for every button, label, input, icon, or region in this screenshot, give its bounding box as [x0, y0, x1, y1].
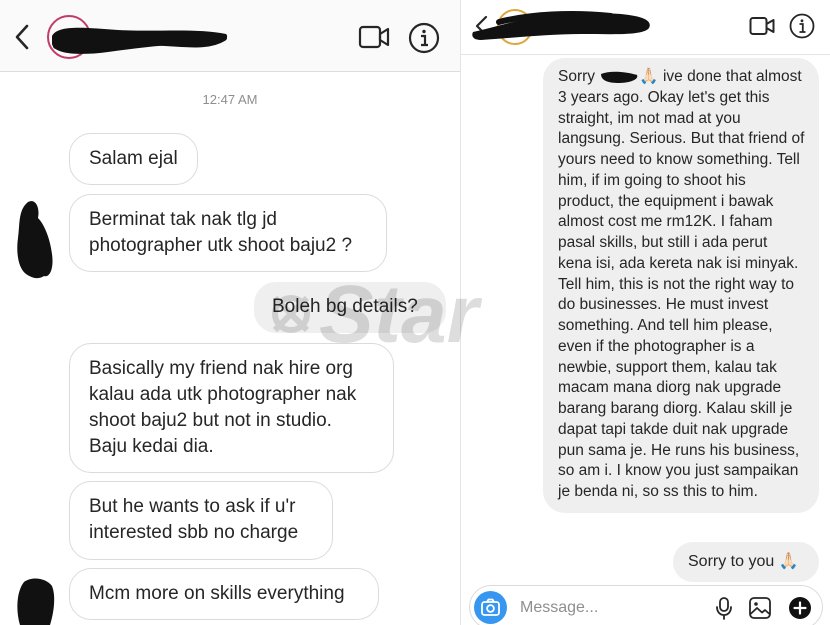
message-input[interactable] [520, 598, 700, 618]
outgoing-message[interactable]: Sorry to you 🙏🏻 [673, 542, 819, 582]
camera-button[interactable] [474, 591, 507, 624]
message-body: ive done that almost 3 years ago. Okay l… [558, 68, 805, 500]
outgoing-message[interactable]: Boleh bg details? [254, 282, 446, 333]
back-chevron-icon[interactable] [12, 22, 34, 52]
message-prefix: Sorry [558, 68, 596, 85]
incoming-message[interactable]: Basically my friend nak hire org kalau a… [69, 343, 394, 473]
message-timestamp: 12:47 AM [202, 92, 258, 107]
message-composer [469, 585, 823, 625]
redacted-name-scribble [601, 71, 638, 83]
screenshot-composite: 12:47 AM Salam ejal Berminat tak nak tlg… [0, 0, 830, 625]
left-chat-panel: 12:47 AM Salam ejal Berminat tak nak tlg… [0, 0, 460, 625]
info-icon[interactable] [789, 13, 815, 39]
incoming-message[interactable]: Salam ejal [69, 133, 198, 185]
microphone-icon[interactable] [713, 596, 735, 620]
incoming-message[interactable]: Berminat tak nak tlg jd photographer utk… [69, 194, 387, 272]
image-gallery-icon[interactable] [748, 596, 772, 620]
camera-icon [481, 598, 500, 616]
right-chat-panel: Sorry 🙏🏻 ive done that almost 3 years ag… [460, 0, 830, 625]
plus-circle-icon[interactable] [788, 596, 812, 620]
incoming-message[interactable]: Mcm more on skills everything [69, 568, 379, 620]
redacted-username-scribble [52, 27, 228, 54]
prayer-emoji: 🙏🏻 [639, 68, 659, 85]
chat-header [0, 0, 460, 72]
chat-header [461, 0, 830, 55]
incoming-message[interactable]: But he wants to ask if u'r interested sb… [69, 481, 333, 560]
video-call-icon[interactable] [358, 24, 390, 50]
outgoing-long-message[interactable]: Sorry 🙏🏻 ive done that almost 3 years ag… [543, 58, 819, 513]
redacted-username-scribble [472, 11, 650, 41]
redacted-sender-avatar [17, 201, 53, 279]
video-call-icon[interactable] [749, 15, 775, 37]
redacted-sender-avatar [17, 578, 55, 625]
info-icon[interactable] [408, 22, 440, 54]
